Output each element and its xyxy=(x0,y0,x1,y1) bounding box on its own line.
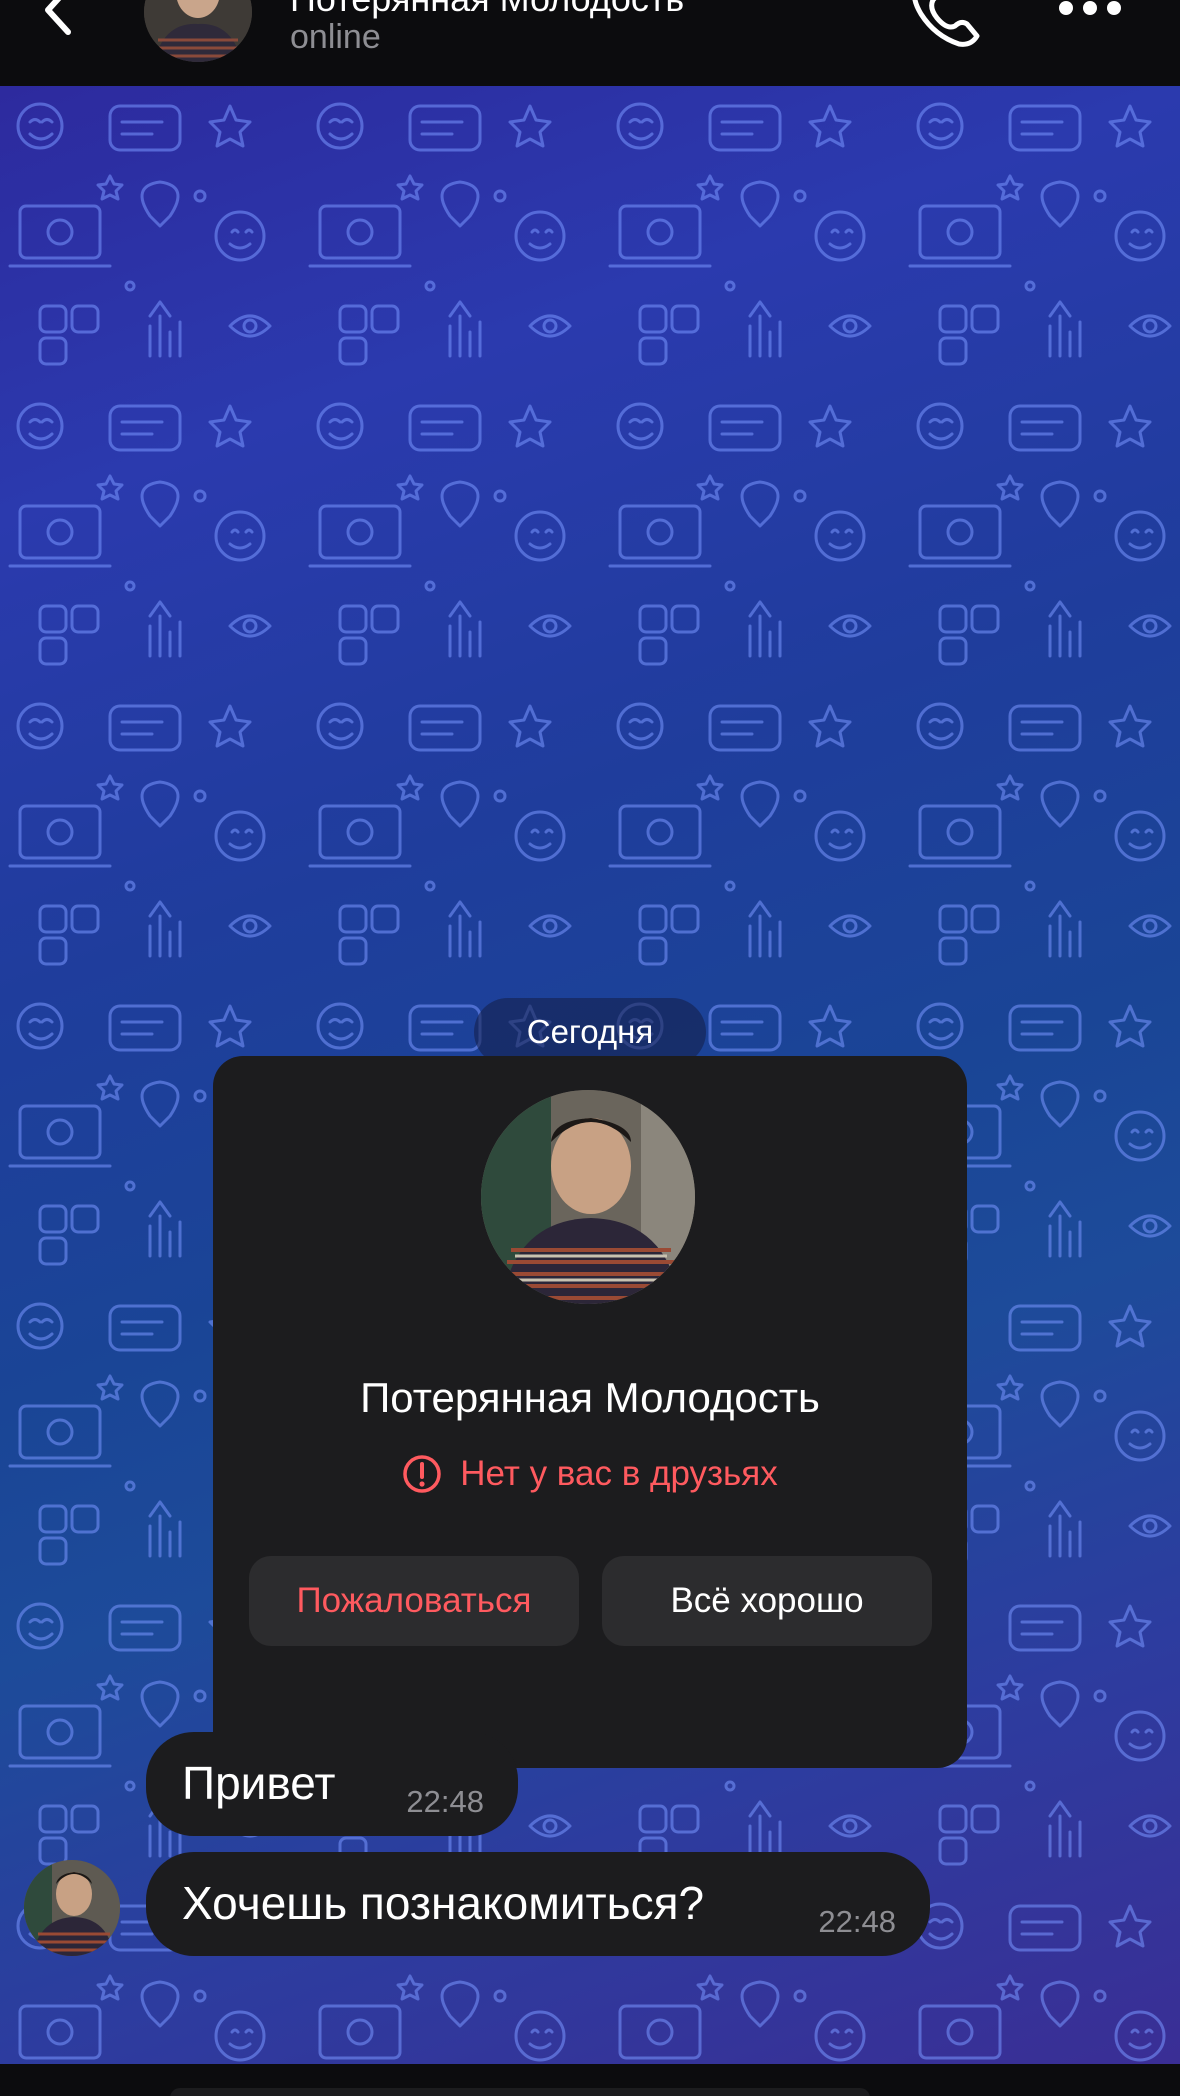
sender-avatar[interactable] xyxy=(24,1860,120,1956)
contact-card: Потерянная Молодость Нет у вас в друзьях… xyxy=(213,1056,967,1768)
message-text: Хочешь познакомиться? xyxy=(182,1877,705,1929)
back-button[interactable] xyxy=(28,0,88,40)
message-text: Привет xyxy=(182,1757,336,1809)
message-bubble[interactable]: Привет 22:48 xyxy=(146,1732,518,1836)
header-status: online xyxy=(290,18,381,56)
message-input[interactable] xyxy=(170,2088,870,2096)
phone-icon xyxy=(912,0,980,47)
contact-name: Потерянная Молодость xyxy=(360,1374,820,1421)
not-friends-warning: Нет у вас в друзьях xyxy=(213,1454,967,1494)
avatar-photo xyxy=(144,0,252,62)
chat-screen: Потерянная Молодость online xyxy=(0,0,1180,2096)
chat-header: Потерянная Молодость online xyxy=(0,0,1180,86)
ellipsis-icon xyxy=(1059,1,1121,15)
header-title[interactable]: Потерянная Молодость xyxy=(290,0,684,20)
more-button[interactable] xyxy=(1050,0,1130,30)
avatar-photo xyxy=(481,1090,695,1304)
exclamation-circle-icon xyxy=(403,1455,441,1493)
avatar-photo xyxy=(24,1860,120,1956)
warning-text: Нет у вас в друзьях xyxy=(460,1454,778,1493)
report-button[interactable]: Пожаловаться xyxy=(249,1556,579,1646)
message-time: 22:48 xyxy=(818,1904,896,1939)
chevron-left-icon xyxy=(45,0,71,35)
header-avatar[interactable] xyxy=(144,0,252,62)
contact-avatar[interactable] xyxy=(481,1090,695,1304)
all-good-button[interactable]: Всё хорошо xyxy=(602,1556,932,1646)
message-bubble[interactable]: Хочешь познакомиться? 22:48 xyxy=(146,1852,930,1956)
message-time: 22:48 xyxy=(406,1784,484,1819)
call-button[interactable] xyxy=(905,0,985,48)
